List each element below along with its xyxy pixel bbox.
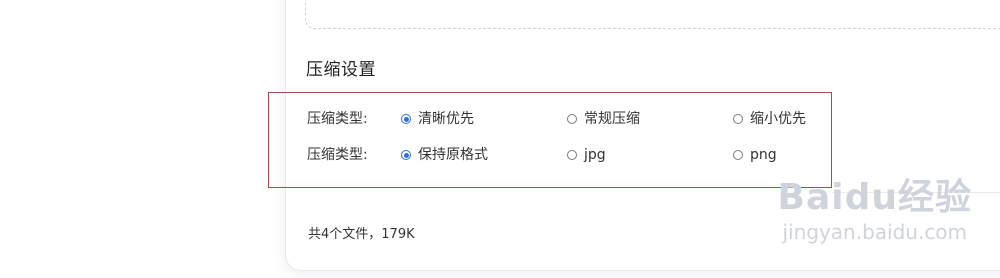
radio-format-original[interactable]: 保持原格式	[401, 145, 488, 165]
section-title: 压缩设置	[306, 60, 376, 80]
radio-checked-icon[interactable]	[401, 114, 411, 124]
radio-unchecked-icon[interactable]	[567, 114, 577, 124]
watermark-site: jingyan.baidu.com	[782, 220, 968, 244]
radio-unchecked-icon[interactable]	[733, 150, 743, 160]
compression-quality-row: 压缩类型: 清晰优先 常规压缩 缩小优先	[269, 109, 831, 129]
radio-checked-icon[interactable]	[401, 150, 411, 160]
row-label: 压缩类型:	[307, 147, 368, 163]
radio-unchecked-icon[interactable]	[733, 114, 743, 124]
file-drop-zone[interactable]	[305, 0, 1000, 29]
compression-settings-group: 压缩类型: 清晰优先 常规压缩 缩小优先 压缩类型: 保持原格式 jpg png	[268, 92, 832, 188]
row-label: 压缩类型:	[307, 111, 368, 127]
radio-format-jpg[interactable]: jpg	[567, 145, 606, 165]
watermark-logo: Baidu经验	[777, 177, 972, 218]
radio-quality-clarity[interactable]: 清晰优先	[401, 109, 474, 129]
radio-format-png[interactable]: png	[733, 145, 777, 165]
compression-format-row: 压缩类型: 保持原格式 jpg png	[269, 145, 831, 165]
radio-unchecked-icon[interactable]	[567, 150, 577, 160]
radio-quality-normal[interactable]: 常规压缩	[567, 109, 640, 129]
radio-quality-smaller[interactable]: 缩小优先	[733, 109, 806, 129]
baidu-jingyan-watermark: Baidu经验 jingyan.baidu.com	[777, 177, 972, 245]
file-summary: 共4个文件，179K	[308, 227, 415, 242]
